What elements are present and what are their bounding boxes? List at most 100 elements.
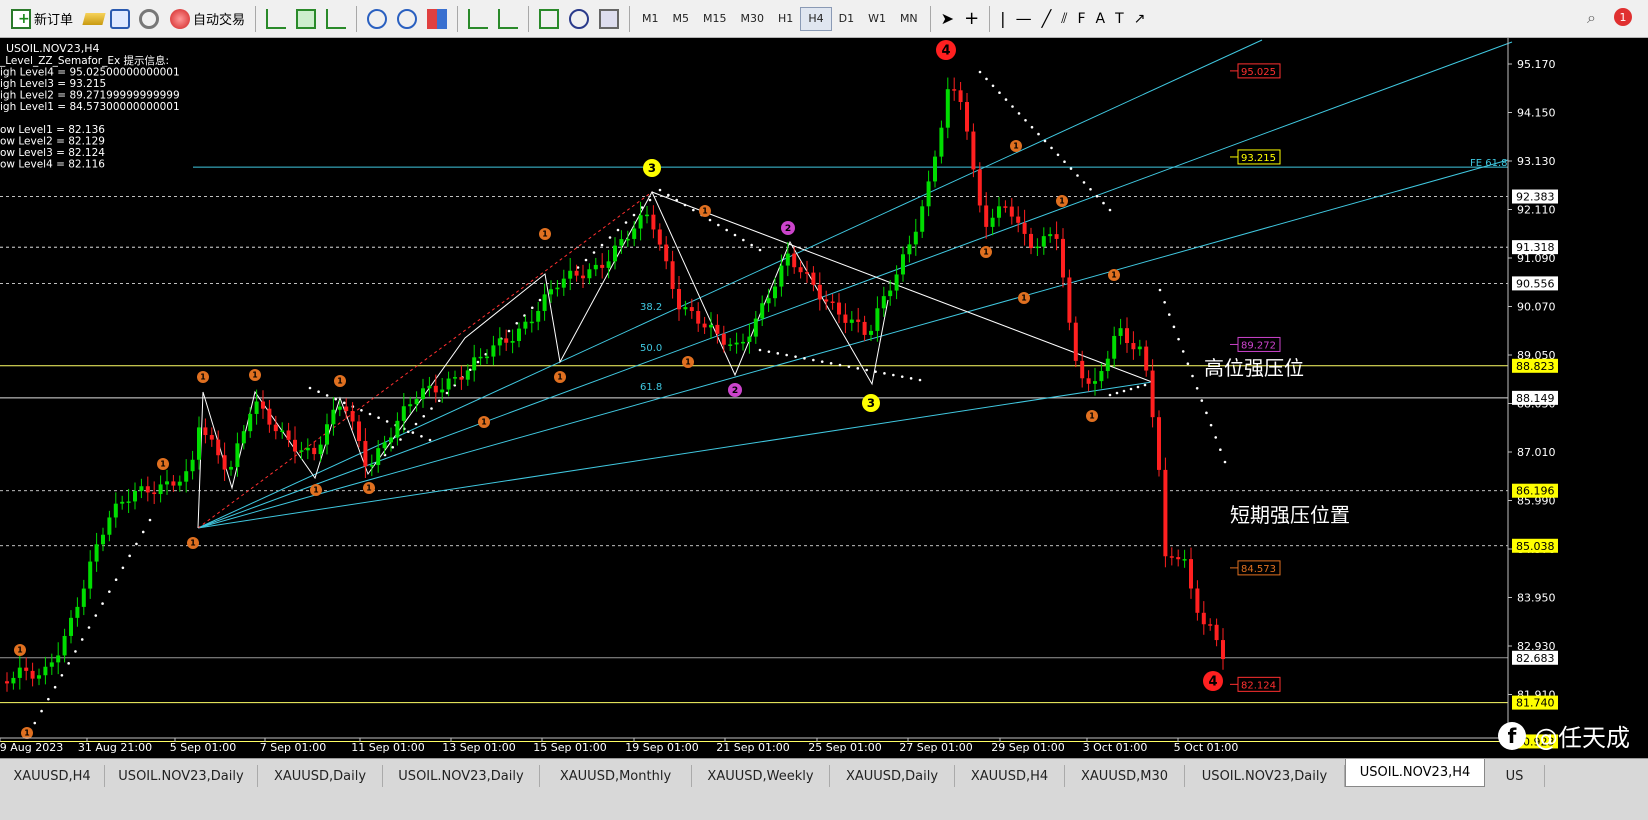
trend-line-icon[interactable]: ╱ [1039,5,1055,33]
timeframe-m5[interactable]: M5 [666,7,697,31]
zoom-in-icon[interactable] [367,8,388,29]
candle-body [30,670,35,679]
signals-icon[interactable] [110,8,131,29]
fe-label: FE 61.8 [1470,158,1508,169]
timeframe-d1[interactable]: D1 [832,7,861,31]
price-chart[interactable]: 1 1 1 1 1 1 1 1 1 1 1 1 1 1 1 1 1 1 1 1 2 2 3 3 4 4 95.025 93.215 8… [0,38,1648,758]
crosshair-icon[interactable]: + [961,5,982,33]
candle-body [555,287,560,290]
sar-dot [1143,383,1147,387]
candle-body [427,385,432,389]
timeframe-mn[interactable]: MN [893,7,925,31]
timeframe-w1[interactable]: W1 [861,7,893,31]
templates-icon[interactable] [599,8,620,29]
candle-body [1080,360,1085,379]
sar-dot [1037,132,1040,136]
zoom-out-icon[interactable] [397,8,418,29]
chart-tab[interactable]: XAUUSD,M30 [1065,765,1185,787]
candle-body [382,442,387,449]
timeframe-m30[interactable]: M30 [734,7,772,31]
short-term-resistance-label: 短期强压位置 [1230,503,1350,527]
candle-body [357,421,361,442]
chart-tab[interactable]: XAUUSD,Weekly [692,765,830,787]
search-icon[interactable]: ⌕ [1587,8,1596,28]
candle-body [984,205,989,227]
chart-tab[interactable]: USOIL.NOV23,Daily [1185,765,1345,787]
chart-tab[interactable]: XAUUSD,H4 [0,765,105,787]
horizontal-line-icon[interactable]: — [1013,5,1035,33]
sar-dot [1004,98,1008,101]
semafor-label: 1 [1059,197,1064,206]
candle-body [747,336,752,342]
sar-dot [377,416,380,420]
notification-badge[interactable]: 1 [1614,8,1632,26]
date-label: 13 Sep 01:00 [442,741,515,754]
auto-trade-button[interactable]: 自动交易 [167,5,248,33]
chart-tab[interactable]: USOIL.NOV23,Daily [383,765,540,787]
candle-body [945,89,950,128]
timeframe-m1[interactable]: M1 [635,7,666,31]
candle-body [920,206,925,232]
timeframe-h4[interactable]: H4 [800,6,832,31]
candle-body [683,307,688,310]
candle-body [875,308,880,331]
sar-dot [1177,337,1180,341]
bar-chart-icon[interactable] [266,8,287,29]
chart-tab[interactable]: USOIL.NOV23,H4 [1345,759,1485,787]
semafor-label: 1 [983,248,988,257]
candle-body [395,420,400,438]
candle-body [689,307,694,312]
chart-shift-icon[interactable] [498,8,519,29]
chart-tab[interactable]: XAUUSD,Daily [258,765,383,787]
text-icon[interactable]: A [1093,5,1109,33]
candle-body [529,321,534,324]
sar-dot [40,709,43,713]
chart-tab[interactable]: XAUUSD,H4 [955,765,1065,787]
candle-body [779,265,784,287]
chart-tab[interactable]: USOIL.NOV23,Daily [105,765,258,787]
candle-body [248,413,253,432]
candle-body [677,288,681,310]
candle-body [926,181,931,207]
new-order-button[interactable]: + 新订单 [8,5,76,33]
candle-body [504,338,509,343]
cursor-icon[interactable]: ➤ [938,5,957,33]
chart-tab[interactable]: XAUUSD,Daily [830,765,955,787]
vertical-line-icon[interactable]: | [997,5,1008,33]
sar-dot [632,213,636,217]
tile-windows-icon[interactable] [427,8,448,29]
equidistant-channel-icon[interactable]: ⫽ [1058,5,1070,33]
timeframe-h1[interactable]: H1 [771,7,800,31]
candle-body [1073,322,1078,361]
candle-body [766,298,771,304]
fib-label-618: 61.8 [640,382,662,393]
periods-clock-icon[interactable] [569,8,590,29]
candlestick-chart-icon[interactable] [296,8,317,29]
candle-body [69,617,73,636]
text-label-icon[interactable]: T [1112,5,1127,33]
chart-tab[interactable]: XAUUSD,Monthly [540,765,692,787]
gold-bars-icon[interactable] [82,12,106,25]
sar-dot [476,360,480,364]
candle-body [280,430,285,432]
candle-body [56,655,61,663]
chart-tab[interactable]: US [1485,765,1545,787]
sar-dot [900,375,904,378]
sar-dot [592,251,596,254]
line-chart-icon[interactable] [326,8,347,29]
timeframe-m15[interactable]: M15 [696,7,734,31]
candle-body [958,90,963,103]
candle-body [1214,624,1219,641]
indicator-info-line: igh Level4 = 95.02500000000001 [0,67,180,79]
auto-scroll-icon[interactable] [468,8,489,29]
arrows-icon[interactable]: ↗ [1131,5,1149,33]
toolbar-separator [255,5,257,32]
fibonacci-icon[interactable]: F [1074,5,1088,33]
market-icon[interactable] [139,8,160,29]
candle-body [453,377,457,379]
candle-body [933,156,937,182]
indicators-icon[interactable] [539,8,560,29]
candle-body [267,408,272,425]
semafor-label: 1 [1089,412,1094,421]
sar-dot [141,530,145,534]
